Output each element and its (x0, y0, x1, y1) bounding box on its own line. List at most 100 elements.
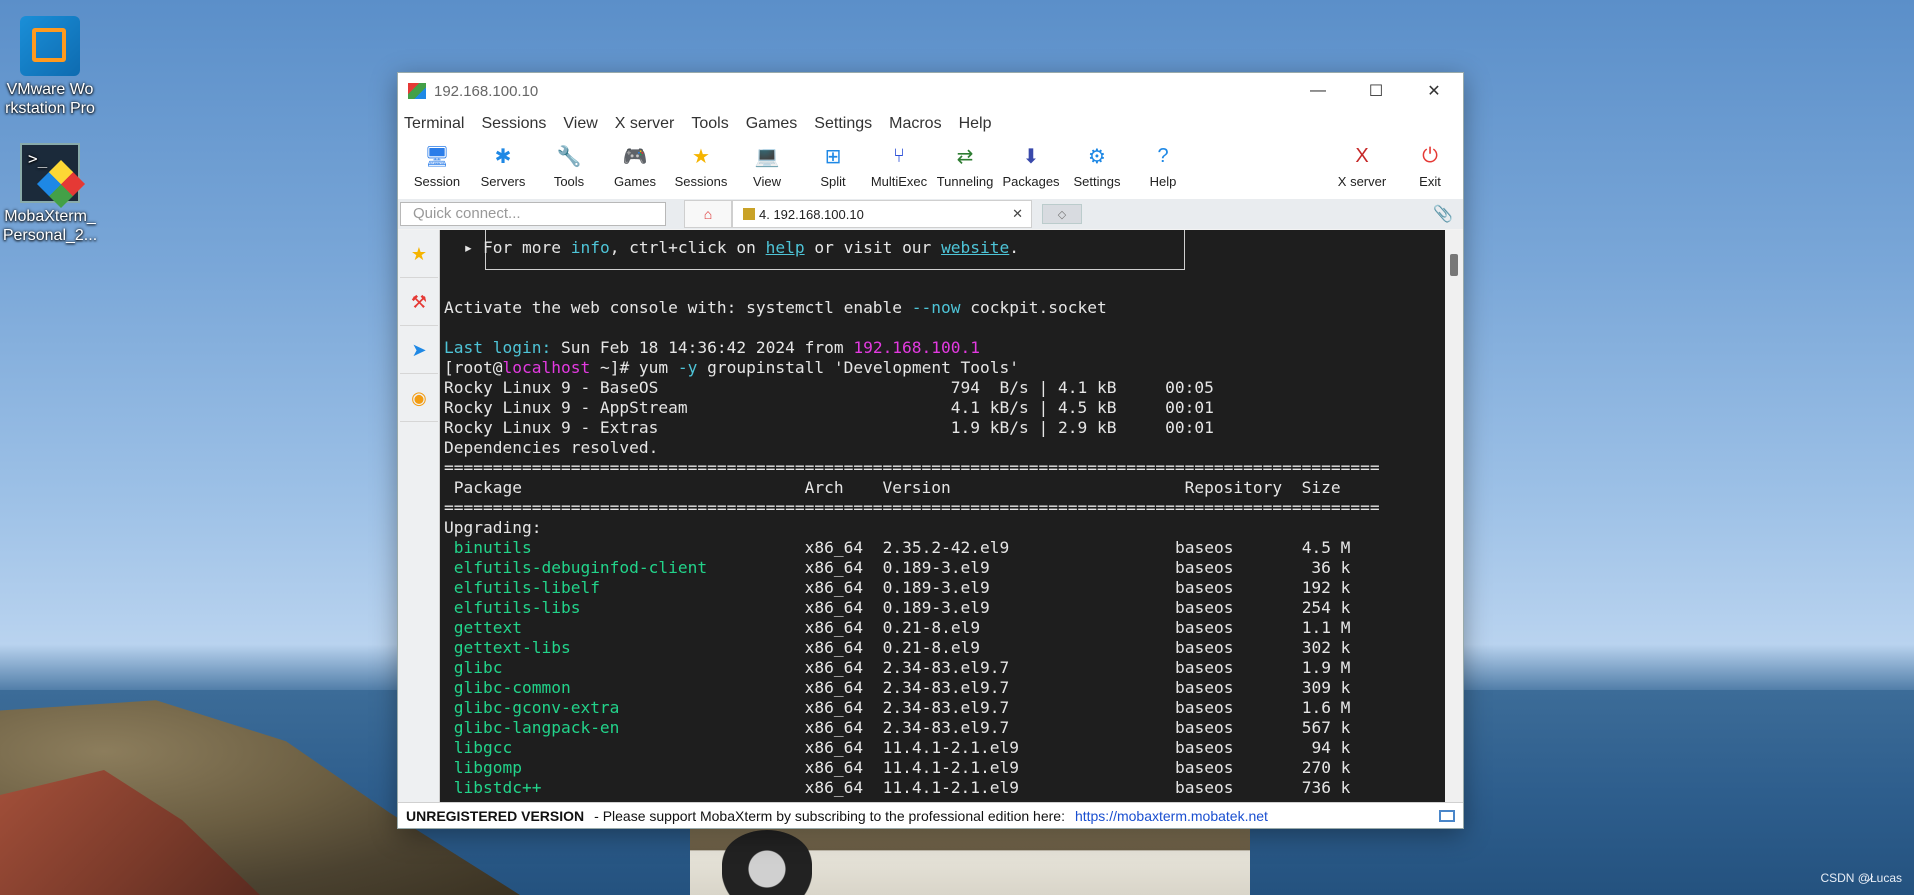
package-repo: baseos (1174, 718, 1234, 737)
package-repo: baseos (1174, 558, 1234, 577)
menu-settings[interactable]: Settings (814, 115, 872, 133)
close-button[interactable]: ✕ (1405, 73, 1463, 109)
prompt-line: [root@localhost ~]# yum -y groupinstall … (444, 358, 1020, 377)
package-arch: x86_64 (804, 758, 864, 777)
quick-connect-input[interactable]: Quick connect... (400, 202, 666, 226)
desktop-icon-mobaxterm[interactable]: MobaXterm_ Personal_2... (0, 143, 100, 245)
side-star-icon[interactable]: ★ (400, 232, 438, 278)
package-size: 36 k (1311, 558, 1351, 577)
toolbar-view-button[interactable]: 💻 View (734, 139, 800, 190)
package-name: glibc-common (453, 678, 571, 697)
home-icon: ⌂ (703, 206, 713, 222)
toolbar-x-server-button[interactable]: X X server (1327, 139, 1397, 190)
toolbar-label: Settings (1073, 174, 1121, 189)
package-version: 11.4.1-2.1.el9 (882, 778, 1020, 797)
menu-x-server[interactable]: X server (615, 115, 675, 133)
menu-help[interactable]: Help (959, 115, 992, 133)
toolbar-exit-button[interactable]: ⏻ Exit (1397, 139, 1463, 190)
new-tab-button[interactable]: ◇ (1042, 204, 1082, 224)
maximize-button[interactable]: ☐ (1347, 73, 1405, 109)
side-globe-icon[interactable]: ◉ (400, 376, 438, 422)
session-tab[interactable]: 4. 192.168.100.10 ✕ (732, 200, 1032, 228)
toolbar-settings-button[interactable]: ⚙ Settings (1064, 139, 1130, 190)
toolbar-multiexec-button[interactable]: ⑂ MultiExec (866, 139, 932, 190)
package-size: 94 k (1311, 738, 1351, 757)
package-version: 0.21-8.el9 (882, 618, 981, 637)
side-send-icon[interactable]: ➤ (400, 328, 438, 374)
toolbar-tools-button[interactable]: 🔧 Tools (536, 139, 602, 190)
packages-icon: ⬇ (1022, 145, 1040, 168)
toolbar-tunneling-button[interactable]: ⇄ Tunneling (932, 139, 998, 190)
toolbar-packages-button[interactable]: ⬇ Packages (998, 139, 1064, 190)
toolbar-servers-button[interactable]: ✱ Servers (470, 139, 536, 190)
toolbar-sessions-button[interactable]: ★ Sessions (668, 139, 734, 190)
menu-terminal[interactable]: Terminal (404, 115, 464, 133)
title-bar[interactable]: 192.168.100.10 — ☐ ✕ (398, 73, 1463, 109)
toolbar-help-button[interactable]: ? Help (1130, 139, 1196, 190)
scrollbar-thumb[interactable] (1450, 254, 1458, 276)
help-link[interactable]: help (766, 238, 805, 257)
package-arch: x86_64 (804, 618, 864, 637)
package-arch: x86_64 (804, 698, 864, 717)
menu-view[interactable]: View (563, 115, 597, 133)
app-icon (408, 83, 426, 99)
package-arch: x86_64 (804, 538, 864, 557)
package-arch: x86_64 (804, 658, 864, 677)
package-name: gettext-libs (453, 638, 571, 657)
menu-games[interactable]: Games (746, 115, 798, 133)
package-repo: baseos (1174, 778, 1234, 797)
package-version: 2.34-83.el9.7 (882, 658, 1010, 677)
toolbar-label: MultiExec (870, 174, 928, 189)
desktop-icon-vmware[interactable]: VMware Wo rkstation Pro (0, 16, 100, 118)
toolbar-label: Exit (1419, 174, 1441, 189)
toolbar-label: Tunneling (936, 174, 994, 189)
upgrading-line: Upgrading: (444, 518, 542, 537)
package-arch: x86_64 (804, 598, 864, 617)
paperclip-icon[interactable]: 📎 (1433, 204, 1453, 224)
terminal[interactable]: ▸ For more info, ctrl+click on help or v… (440, 230, 1463, 802)
package-row: libstdc++ x86_64 11.4.1-2.1.el9 baseos 7… (444, 778, 1380, 798)
tabs-bar: Quick connect... ⌂ 4. 192.168.100.10 ✕ ◇… (398, 199, 1463, 229)
side-tools-icon[interactable]: ⚒ (400, 280, 438, 326)
package-arch: x86_64 (804, 718, 864, 737)
package-arch: x86_64 (804, 678, 864, 697)
desktop-icon-label: Personal_2... (2, 227, 98, 244)
menu-macros[interactable]: Macros (889, 115, 941, 133)
package-version: 2.34-83.el9.7 (882, 718, 1010, 737)
package-row: glibc-langpack-en x86_64 2.34-83.el9.7 b… (444, 718, 1380, 738)
mobaxterm-link[interactable]: https://mobaxterm.mobatek.net (1075, 808, 1268, 824)
menu-sessions[interactable]: Sessions (481, 115, 546, 133)
website-link[interactable]: website (941, 238, 1009, 257)
tunneling-icon: ⇄ (956, 145, 974, 168)
toolbar-label: Session (413, 174, 461, 189)
monitor-icon[interactable] (1439, 809, 1455, 822)
package-version: 2.35.2-42.el9 (882, 538, 1010, 557)
toolbar-session-button[interactable]: 🖥 Session (404, 139, 470, 190)
toolbar-label: Sessions (674, 174, 728, 189)
menu-tools[interactable]: Tools (691, 115, 728, 133)
side-panel: ★ ⚒ ➤ ◉ (398, 230, 440, 802)
mobaxterm-window: 192.168.100.10 — ☐ ✕ Terminal Sessions Vie… (397, 72, 1464, 829)
package-repo: baseos (1174, 658, 1234, 677)
power-icon: ⏻ (1422, 144, 1438, 167)
toolbar-split-button[interactable]: ⊞ Split (800, 139, 866, 190)
minimize-button[interactable]: — (1289, 73, 1347, 109)
toolbar-games-button[interactable]: 🎮 Games (602, 139, 668, 190)
package-name: libgcc (453, 738, 513, 757)
terminal-scrollbar[interactable] (1445, 230, 1463, 802)
servers-icon: ✱ (494, 145, 512, 168)
repo-line: Rocky Linux 9 - BaseOS 794 B/s | 4.1 kB … (444, 378, 1214, 397)
xserver-icon: X (1355, 144, 1369, 167)
package-size: 1.6 M (1301, 698, 1351, 717)
close-tab-icon[interactable]: ✕ (1012, 206, 1023, 222)
activate-line: Activate the web console with: systemctl… (444, 298, 1107, 317)
package-repo: baseos (1174, 698, 1234, 717)
home-tab[interactable]: ⌂ (684, 200, 732, 228)
window-title: 192.168.100.10 (434, 82, 539, 100)
toolbar-label: Help (1149, 174, 1177, 189)
package-arch: x86_64 (804, 558, 864, 577)
desktop-wallpaper-wheel (722, 830, 812, 895)
package-size: 1.9 M (1301, 658, 1351, 677)
